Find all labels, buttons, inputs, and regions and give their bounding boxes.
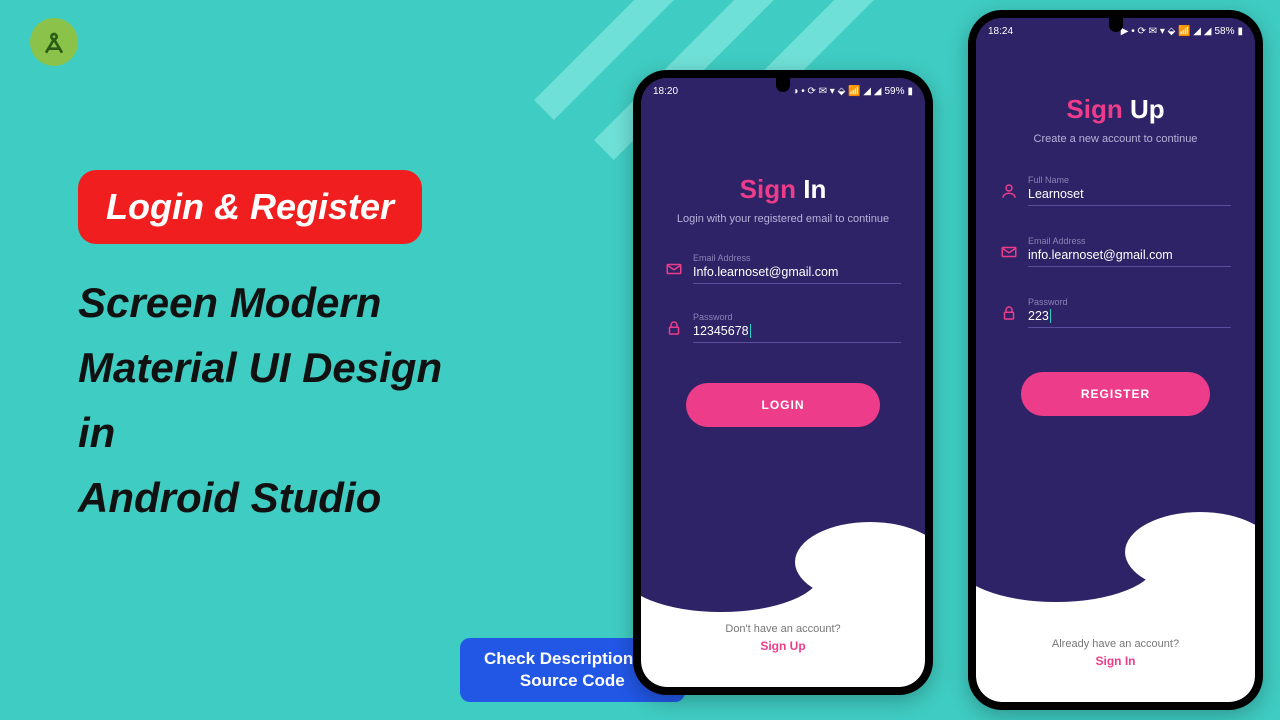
footer-question: Already have an account? xyxy=(976,638,1255,650)
lock-icon xyxy=(665,319,683,337)
password-field[interactable]: Password 223 xyxy=(1000,297,1231,328)
login-button[interactable]: LOGIN xyxy=(686,383,880,427)
status-time: 18:24 xyxy=(988,26,1013,37)
status-icons: ◑ • ⟳ ✉ ▾ ⬙ 📶 ◢ ◢ 59% ▮ xyxy=(792,86,913,97)
signin-link[interactable]: Sign In xyxy=(976,654,1255,668)
register-button[interactable]: REGISTER xyxy=(1021,372,1210,416)
mail-icon xyxy=(665,260,683,278)
password-field[interactable]: Password 12345678 xyxy=(665,312,901,343)
lock-icon xyxy=(1000,304,1018,322)
phone-signin: 18:20 ◑ • ⟳ ✉ ▾ ⬙ 📶 ◢ ◢ 59% ▮ Sign In Lo… xyxy=(633,70,933,695)
android-studio-logo xyxy=(30,18,78,66)
signin-title: Sign In xyxy=(665,174,901,205)
email-field[interactable]: Email Address Info.learnoset@gmail.com xyxy=(665,253,901,284)
signup-subtitle: Create a new account to continue xyxy=(1000,133,1231,145)
text-cursor xyxy=(750,324,751,338)
footer-question: Don't have an account? xyxy=(641,623,925,635)
badge: Login & Register xyxy=(78,170,422,244)
battery-icon: ▮ xyxy=(1237,26,1243,37)
subheading: Screen Modern Material UI Design in Andr… xyxy=(78,270,442,530)
phone-signup: 18:24 ▶ • ⟳ ✉ ▾ ⬙ 📶 ◢ ◢ 58% ▮ Sign Up Cr… xyxy=(968,10,1263,710)
mail-icon xyxy=(1000,243,1018,261)
signin-subtitle: Login with your registered email to cont… xyxy=(665,213,901,225)
phone-notch xyxy=(1109,18,1123,32)
user-icon xyxy=(1000,182,1018,200)
fullname-field[interactable]: Full Name Learnoset xyxy=(1000,175,1231,206)
heading-block: Login & Register Screen Modern Material … xyxy=(78,170,442,530)
footer-wave xyxy=(976,562,1255,702)
status-icons: ▶ • ⟳ ✉ ▾ ⬙ 📶 ◢ ◢ 58% ▮ xyxy=(1121,26,1243,37)
text-cursor xyxy=(1050,309,1051,323)
email-field[interactable]: Email Address info.learnoset@gmail.com xyxy=(1000,236,1231,267)
phone-notch xyxy=(776,78,790,92)
battery-icon: ▮ xyxy=(907,86,913,97)
signup-title: Sign Up xyxy=(1000,94,1231,125)
status-time: 18:20 xyxy=(653,86,678,97)
signup-link[interactable]: Sign Up xyxy=(641,639,925,653)
